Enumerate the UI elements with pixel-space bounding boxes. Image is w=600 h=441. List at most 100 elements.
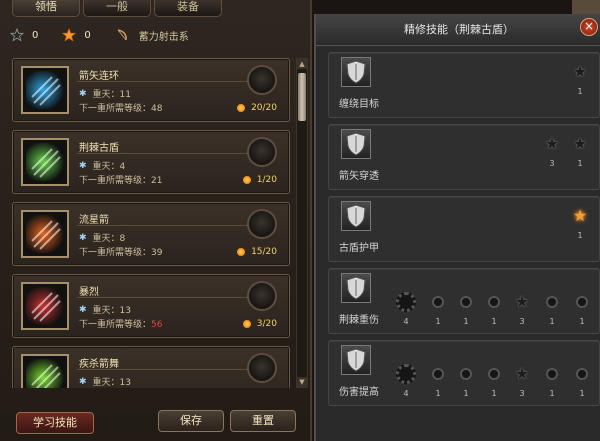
skill-list: 箭矢连环 ✱ 重天：11 下一重所需等级：48 20/20 荆棘古盾 ✱ 重天：…	[12, 58, 295, 388]
tier-text: 重天：13	[92, 306, 131, 316]
node-count: 3	[549, 159, 555, 168]
tab-bar: 领悟 一般 装备	[12, 0, 222, 17]
snowflake-icon: ✱	[79, 376, 87, 387]
fire-icon	[237, 104, 246, 112]
refine-node[interactable]: 1	[427, 291, 449, 326]
skill-card[interactable]: 箭矢连环 ✱ 重天：11 下一重所需等级：48 20/20	[12, 58, 290, 122]
refine-row: 箭矢穿透 ★ 3 ★ 1	[328, 124, 600, 190]
tab-general[interactable]: 一般	[83, 0, 151, 17]
close-icon[interactable]: ×	[580, 18, 598, 36]
star-node-icon: ★	[514, 364, 530, 383]
refine-node[interactable]: 1	[483, 291, 505, 326]
tier-text: 重天：13	[92, 378, 131, 388]
divider	[77, 297, 255, 298]
refine-row: 古盾护甲 ★ 1	[328, 196, 600, 262]
skill-progress: 15/20	[237, 247, 277, 257]
requirement-label: 下一重所需等级：	[79, 248, 152, 258]
node-count: 1	[549, 317, 555, 326]
shield-icon[interactable]	[341, 57, 371, 87]
refine-node[interactable]: 1	[541, 291, 563, 326]
small-node-icon	[488, 368, 500, 380]
tier-text: 重天：4	[92, 162, 126, 172]
refine-name: 荆棘重伤	[339, 315, 379, 326]
snowflake-icon: ✱	[79, 232, 87, 243]
requirement-label: 下一重所需等级：	[79, 320, 152, 330]
node-count: 1	[577, 159, 583, 168]
next-level-requirement: 下一重所需等级：21	[79, 173, 162, 186]
skill-icon[interactable]	[21, 66, 69, 114]
scrollbar[interactable]: ▲ ▼	[296, 58, 308, 388]
star-node-icon: ★	[514, 292, 530, 311]
divider	[77, 81, 255, 82]
skill-name: 流星箭	[79, 215, 109, 226]
refine-node[interactable]: ★ 1	[569, 133, 591, 168]
skill-progress: 3/20	[242, 319, 277, 329]
skill-card[interactable]: 疾杀箭舞 ✱ 重天：13 下一重所需等级：57 20/20	[12, 346, 290, 388]
skill-panel: 领悟 一般 装备 0 0 蓄力射击系 箭矢连环 ✱ 重天：11 下一重所需等级：…	[0, 0, 312, 441]
shield-icon[interactable]	[341, 201, 371, 231]
refine-node[interactable]: ★ 3	[541, 133, 563, 168]
divider	[77, 153, 255, 154]
skill-slot[interactable]	[247, 65, 277, 95]
skill-slot[interactable]	[247, 209, 277, 239]
skill-icon[interactable]	[21, 354, 69, 388]
skill-slot[interactable]	[247, 137, 277, 167]
skill-card[interactable]: 荆棘古盾 ✱ 重天：4 下一重所需等级：21 1/20	[12, 130, 290, 194]
refine-name: 伤害提高	[339, 387, 379, 398]
next-level-requirement: 下一重所需等级：39	[79, 245, 162, 258]
refine-node[interactable]: ★ 3	[511, 363, 533, 398]
skill-slot[interactable]	[247, 353, 277, 383]
refine-node[interactable]: ★ 1	[569, 205, 591, 240]
scroll-up-icon[interactable]: ▲	[297, 59, 307, 69]
node-count: 1	[491, 317, 497, 326]
requirement-value: 39	[151, 248, 163, 258]
shield-icon[interactable]	[341, 345, 371, 375]
refine-row: 伤害提高 4 1 1 1 ★ 3 1 1	[328, 340, 600, 406]
refine-node[interactable]: ★ 3	[511, 291, 533, 326]
refine-node[interactable]: 1	[455, 363, 477, 398]
requirement-value: 56	[151, 320, 163, 330]
refine-node[interactable]: 4	[395, 363, 417, 398]
learn-skill-button[interactable]: 学习技能	[16, 412, 94, 434]
progress-text: 20/20	[251, 103, 277, 113]
skill-card[interactable]: 流星箭 ✱ 重天：8 下一重所需等级：39 15/20	[12, 202, 290, 266]
tab-equipment[interactable]: 装备	[154, 0, 222, 17]
skill-icon[interactable]	[21, 138, 69, 186]
shield-icon[interactable]	[341, 273, 371, 303]
refine-node[interactable]: 1	[427, 363, 449, 398]
star-node-icon: ★	[544, 134, 560, 153]
star-node-icon: ★	[572, 134, 588, 153]
tab-comprehend[interactable]: 领悟	[12, 0, 80, 17]
refine-node[interactable]: 1	[571, 291, 593, 326]
reset-button[interactable]: 重置	[230, 410, 296, 432]
shield-icon[interactable]	[341, 129, 371, 159]
progress-text: 1/20	[256, 175, 277, 185]
small-node-icon	[576, 296, 588, 308]
node-count: 1	[577, 87, 583, 96]
refine-node[interactable]: 1	[541, 363, 563, 398]
skill-progress: 20/20	[237, 103, 277, 113]
next-level-requirement: 下一重所需等级：48	[79, 101, 162, 114]
snowflake-icon: ✱	[79, 160, 87, 171]
node-count: 1	[435, 317, 441, 326]
refine-node[interactable]: 1	[571, 363, 593, 398]
refine-node[interactable]: 1	[455, 291, 477, 326]
refine-node[interactable]: 4	[395, 291, 417, 326]
fire-icon	[237, 248, 246, 256]
refine-node[interactable]: ★ 1	[569, 61, 591, 96]
refine-name: 古盾护甲	[339, 243, 379, 254]
large-node-icon	[396, 364, 416, 384]
divider	[77, 225, 255, 226]
skill-slot[interactable]	[247, 281, 277, 311]
scroll-down-icon[interactable]: ▼	[297, 377, 307, 387]
divider	[77, 369, 255, 370]
skill-card[interactable]: 暴烈 ✱ 重天：13 下一重所需等级：56 3/20	[12, 274, 290, 338]
save-button[interactable]: 保存	[158, 410, 224, 432]
node-count: 1	[463, 389, 469, 398]
skill-icon[interactable]	[21, 282, 69, 330]
scroll-thumb[interactable]	[298, 73, 306, 121]
refine-title: 精修技能（荆棘古盾）	[316, 14, 600, 46]
skill-icon[interactable]	[21, 210, 69, 258]
refine-node[interactable]: 1	[483, 363, 505, 398]
snowflake-icon: ✱	[79, 88, 87, 99]
